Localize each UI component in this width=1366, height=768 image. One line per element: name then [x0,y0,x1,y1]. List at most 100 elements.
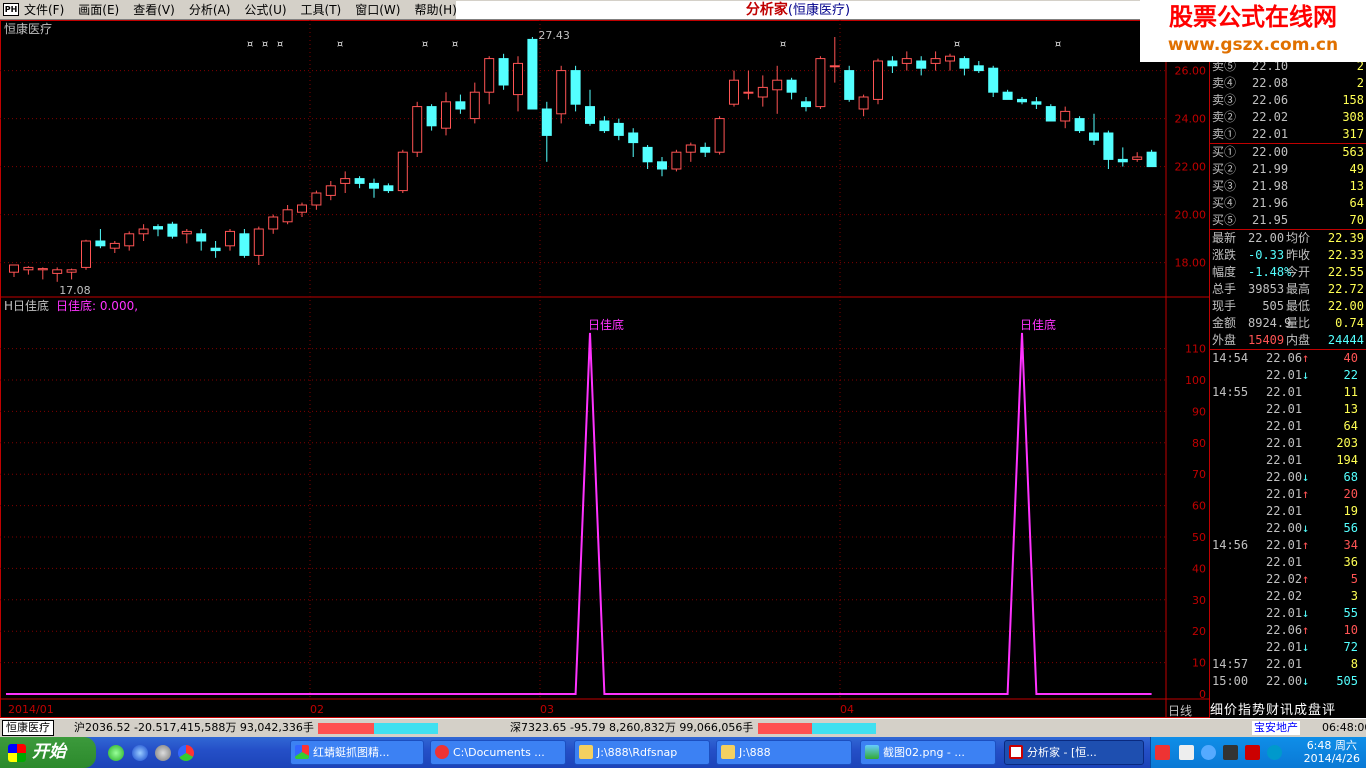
color-tool-icon[interactable] [178,745,194,761]
event-marker-icon: ¤ [247,39,253,50]
app-window: PH 文件(F) 画面(E) 查看(V) 分析(A) 公式(U) 工具(T) 窗… [0,0,1366,768]
book-label: 卖② [1212,110,1237,124]
candle-body [729,79,739,105]
book-price: 21.95 [1252,213,1289,227]
candle-body [973,65,984,72]
book-label: 卖④ [1212,76,1237,90]
candle-body [340,178,351,184]
sz-up-bar [758,723,812,734]
book-volume: 158 [1342,93,1364,107]
menu-view[interactable]: 查看(V) [133,2,175,18]
candle-body [1045,106,1056,122]
candle-body [1017,98,1027,103]
task-documents-folder[interactable]: C:\Documents ... [430,740,566,765]
candle-body [945,55,955,62]
candle-body [210,247,221,252]
candle-body [714,118,725,153]
quote-tabs[interactable]: 细价指势财讯成盘评 [1210,699,1366,718]
task-screenshot-tool[interactable]: 红蜻蜓抓图精... [290,740,424,765]
tick-row: 22.01 13 [1210,401,1366,418]
indicator-value: 日佳底: 0.000, [56,298,138,313]
tick-row: 22.02 ↑ 5 [1210,571,1366,588]
tick-volume: 72 [1343,640,1358,654]
tick-price: 22.01 [1266,436,1303,450]
stat-label: 总手 [1212,282,1237,296]
candle-body [513,62,523,96]
stat-row: 现手 505 最低 22.00 [1210,298,1366,315]
tick-volume: 22 [1343,368,1358,382]
candle-body [153,226,163,230]
stock-chart[interactable]: 27.43 17.08 ¤ ¤ ¤ ¤ ¤ ¤ ¤ ¤ ¤ 26.00 24.00 22.00 20.00… [0,20,1210,718]
start-button[interactable]: 开始 [0,737,96,768]
menu-window[interactable]: 窗口(W) [355,2,400,18]
event-marker-icon: ¤ [954,39,960,50]
menu-file[interactable]: 文件(F) [24,2,64,18]
clock-date: 2014/4/26 [1303,752,1360,765]
tick-price: 22.01 [1266,657,1303,671]
candle-body [455,101,466,110]
task-label: J:\888 [739,746,771,759]
book-volume: 49 [1349,162,1364,176]
stat-row: 涨跌 -0.33 昨收 22.33 [1210,247,1366,264]
sell-level: 卖② 22.02 308 [1210,109,1366,126]
trend-down-icon: ↓ [1302,521,1310,535]
candle-body [930,58,941,64]
task-image-viewer[interactable]: 截图02.png - ... [860,740,996,765]
task-rdfsnap-folder[interactable]: J:\888\Rdfsnap [574,740,710,765]
app-system-icon[interactable]: PH [3,3,19,16]
candle-body [786,79,797,93]
tick-volume: 68 [1343,470,1358,484]
indicator-tick-label: 60 [1192,500,1206,513]
status-ticker[interactable]: 宝安地产 [1252,721,1300,735]
stock-name-label: 恒康医疗 [4,21,52,36]
tick-price: 22.00 [1266,674,1303,688]
book-volume: 563 [1342,145,1364,159]
indicator-tick-label: 50 [1192,531,1206,544]
book-price: 22.01 [1252,127,1289,141]
menu-view-screen[interactable]: 画面(E) [78,2,119,18]
candle-body [66,269,77,273]
tick-volume: 505 [1336,674,1358,688]
speaker-icon[interactable] [1179,745,1194,760]
stat-value: 505 [1262,299,1284,313]
media-icon[interactable] [155,745,171,761]
monitor-icon[interactable] [1223,745,1238,760]
menu-analysis[interactable]: 分析(A) [189,2,231,18]
stats-table: 最新 22.00 均价 22.39 涨跌 -0.33 昨收 22.33 幅度 -1.48% 今开 22… [1210,230,1366,350]
watermark-title: 股票公式在线网 [1169,3,1337,31]
menu-formula[interactable]: 公式(U) [244,2,286,18]
tick-price: 22.06 [1266,623,1303,637]
tick-price: 22.01 [1266,385,1303,399]
task-888-folder[interactable]: J:\888 [716,740,852,765]
trend-up-icon: ↑ [1302,538,1310,552]
trend-up-icon: ↑ [1302,572,1310,586]
stat-label: 外盘 [1212,333,1237,347]
network-icon[interactable] [1201,745,1216,760]
menu-items: 文件(F) 画面(E) 查看(V) 分析(A) 公式(U) 工具(T) 窗口(W… [24,2,457,18]
stat-label: 涨跌 [1212,248,1237,262]
candle-body [225,230,235,247]
date-axis: 2014/01 02 03 04 日线 [8,703,1192,718]
trend-up-icon: ↑ [1302,351,1310,365]
menu-help[interactable]: 帮助(H) [414,2,456,18]
tick-price: 22.02 [1266,589,1303,603]
stat-row: 幅度 -1.48% 今开 22.55 [1210,264,1366,281]
task-analyst-app[interactable]: 分析家 - [恒... [1004,740,1144,765]
signal-label: 日佳底 [1020,317,1056,332]
tab-stock[interactable]: 恒康医疗 [2,720,54,736]
candle-body [426,106,437,127]
candle-body [570,70,581,105]
stat-value: 39853 [1248,282,1285,296]
show-desktop-icon[interactable] [108,745,124,761]
app-title-stock: (恒康医疗) [787,3,851,18]
indicator-axis: 1101009080706050403020100 [1185,343,1206,701]
ie-icon[interactable] [132,745,148,761]
update-icon[interactable] [1267,745,1282,760]
sogou-icon[interactable] [1155,745,1170,760]
candle-body [412,106,423,153]
candle-body [52,269,63,274]
security-icon[interactable] [1245,745,1260,760]
task-label: J:\888\Rdfsnap [597,746,678,759]
menu-tools[interactable]: 工具(T) [301,2,342,18]
screenshot-tool-icon [295,745,309,759]
